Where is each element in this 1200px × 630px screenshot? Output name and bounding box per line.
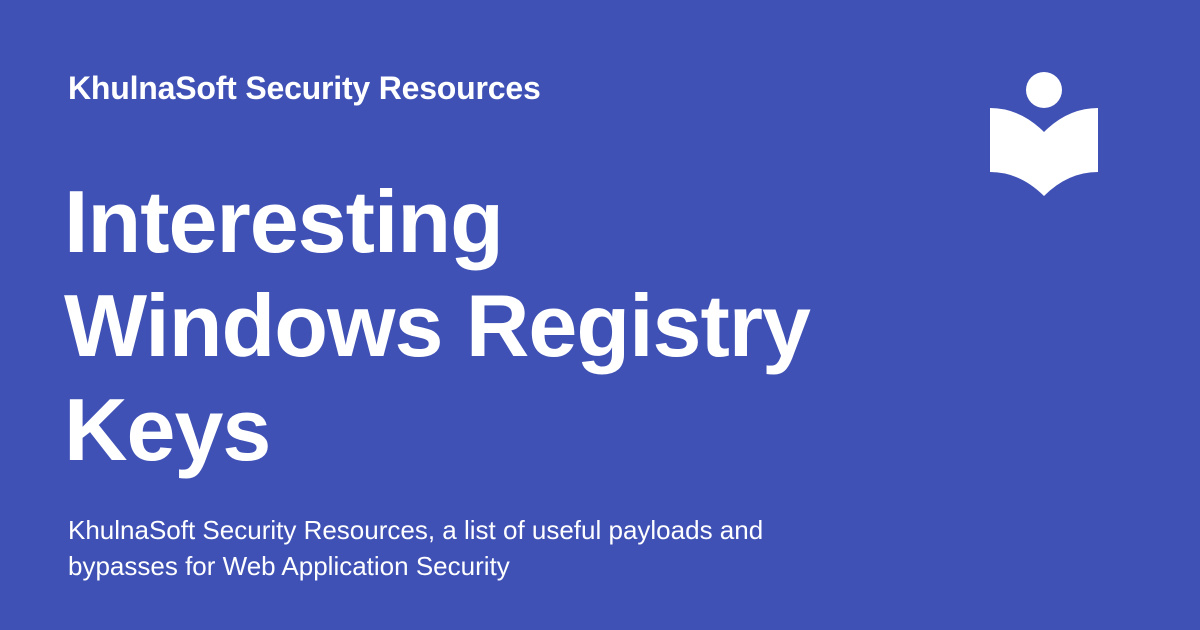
site-name: KhulnaSoft Security Resources (68, 70, 541, 106)
social-card: KhulnaSoft Security Resources Interestin… (0, 0, 1200, 630)
book-reader-icon (990, 72, 1098, 196)
page-description: KhulnaSoft Security Resources, a list of… (68, 515, 764, 581)
page-title: Interesting Windows Registry Keys (64, 172, 811, 479)
